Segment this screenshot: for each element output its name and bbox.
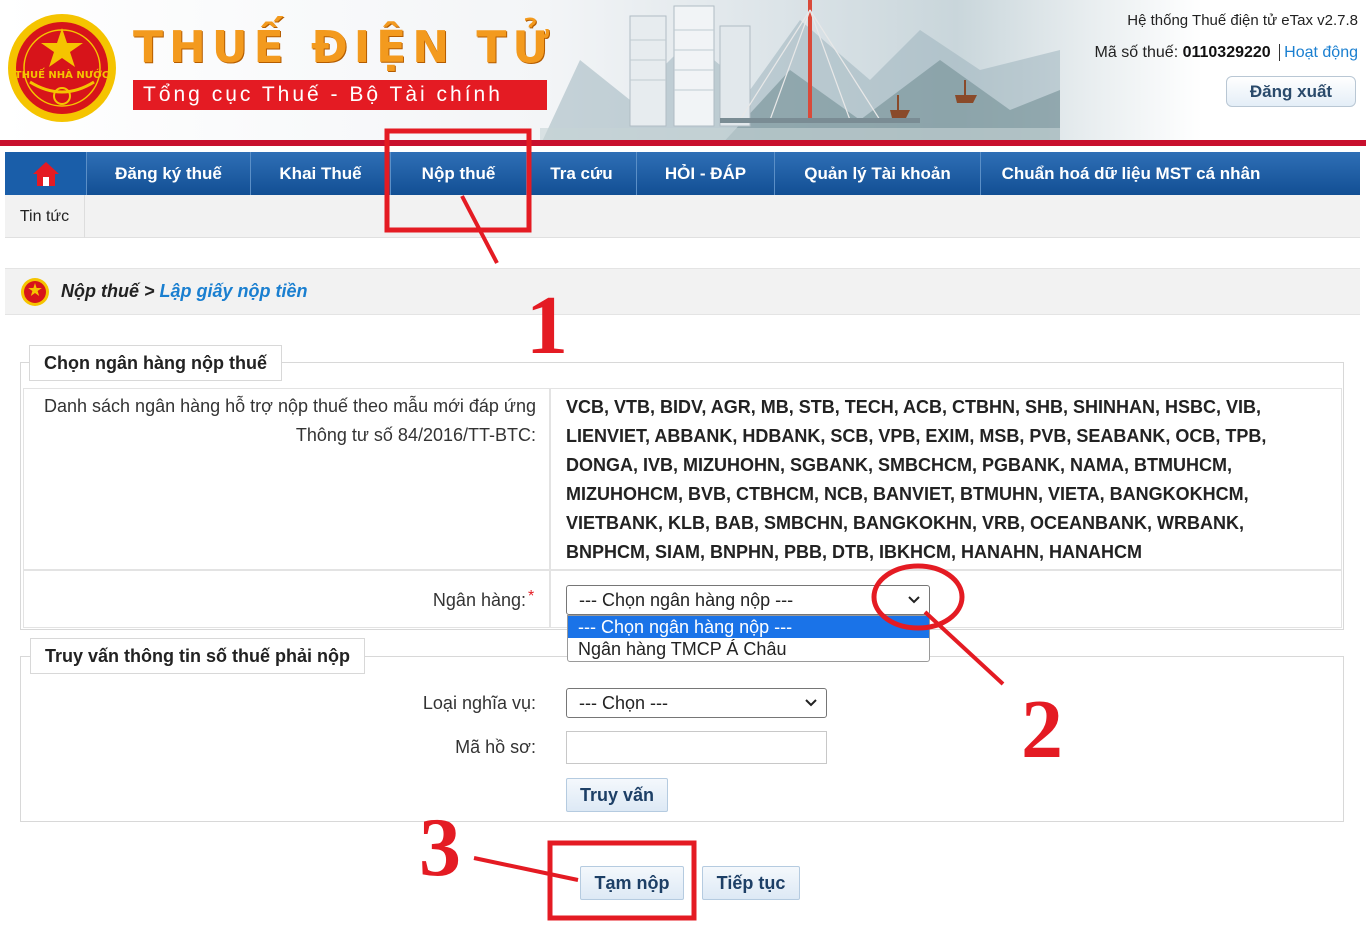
bank-option-placeholder[interactable]: --- Chọn ngân hàng nộp --- <box>568 616 929 638</box>
nav-nop-thue[interactable]: Nộp thuế <box>391 152 527 195</box>
breadcrumb-root[interactable]: Nộp thuế <box>61 281 139 301</box>
site-header: THUẾ NHÀ NƯỚC THUẾ ĐIỆN TỬ Tổng cục Thuế… <box>0 0 1366 146</box>
required-mark: * <box>528 588 535 605</box>
record-code-input[interactable] <box>566 731 827 764</box>
emblem-logo: THUẾ NHÀ NƯỚC <box>8 14 116 122</box>
bank-option-acb[interactable]: Ngân hàng TMCP Á Châu <box>568 638 929 660</box>
breadcrumb-current[interactable]: Lập giấy nộp tiền <box>160 281 308 301</box>
continue-button[interactable]: Tiếp tục <box>702 866 800 900</box>
bank-select[interactable]: --- Chọn ngân hàng nộp --- <box>566 585 930 615</box>
nav-chuan-hoa-mst[interactable]: Chuẩn hoá dữ liệu MST cá nhân <box>981 152 1281 195</box>
nav-tra-cuu[interactable]: Tra cứu <box>527 152 637 195</box>
chevron-down-icon <box>805 699 817 707</box>
chevron-down-icon <box>908 596 920 604</box>
annotation-step-3: 3 <box>419 801 461 894</box>
nav-hoi-dap[interactable]: HỎI - ĐÁP <box>637 152 775 195</box>
main-nav: Đăng ký thuế Khai Thuế Nộp thuế Tra cứu … <box>5 152 1360 195</box>
breadcrumb: Nộp thuế > Lập giấy nộp tiền <box>5 268 1360 315</box>
pointer-line-3 <box>473 856 579 882</box>
emblem-small-icon <box>21 278 49 306</box>
home-icon <box>33 162 59 186</box>
nav-khai-thue[interactable]: Khai Thuế <box>251 152 391 195</box>
nav-dang-ky-thue[interactable]: Đăng ký thuế <box>87 152 251 195</box>
account-status: Hoạt động <box>1279 44 1358 61</box>
page: { "header": { "brand_title": "THUẾ ĐIỆN … <box>0 0 1366 937</box>
bank-label-text: Ngân hàng: <box>432 590 526 610</box>
bank-dropdown-list: --- Chọn ngân hàng nộp --- Ngân hàng TMC… <box>567 615 930 662</box>
query-button[interactable]: Truy vấn <box>566 778 668 812</box>
obligation-label: Loại nghĩa vụ: <box>422 693 536 713</box>
nav-quan-ly-tai-khoan[interactable]: Quản lý Tài khoản <box>775 152 981 195</box>
annotation-step-2: 2 <box>1021 683 1063 776</box>
logout-button[interactable]: Đăng xuất <box>1226 76 1356 107</box>
bank-fieldset-legend: Chọn ngân hàng nộp thuế <box>29 345 282 381</box>
nav-tin-tuc[interactable]: Tin tức <box>5 195 85 238</box>
sub-nav: Tin tức <box>5 195 1360 238</box>
breadcrumb-separator: > <box>139 281 160 301</box>
annotation-step-1: 1 <box>526 279 568 372</box>
brand-title: THUẾ ĐIỆN TỬ <box>133 22 556 73</box>
brand-subtitle: Tổng cục Thuế - Bộ Tài chính <box>133 80 547 110</box>
tax-code-value: 0110329220 <box>1182 44 1271 61</box>
record-code-label: Mã hồ sơ: <box>455 737 536 757</box>
bank-select-value: --- Chọn ngân hàng nộp --- <box>579 590 794 610</box>
temp-pay-button[interactable]: Tạm nộp <box>580 866 684 900</box>
supported-bank-list: VCB, VTB, BIDV, AGR, MB, STB, TECH, ACB,… <box>566 397 1267 562</box>
obligation-select-value: --- Chọn --- <box>579 693 668 713</box>
obligation-select[interactable]: --- Chọn --- <box>566 688 827 718</box>
system-version: Hệ thống Thuế điện tử eTax v2.7.8 <box>1127 12 1358 29</box>
header-divider <box>0 140 1366 146</box>
breadcrumb-text: Nộp thuế > Lập giấy nộp tiền <box>61 281 308 302</box>
tax-code-label: Mã số thuế: <box>1094 44 1179 61</box>
header-landscape-image <box>540 0 1060 146</box>
bank-list-label: Danh sách ngân hàng hỗ trợ nộp thuế theo… <box>44 396 536 445</box>
bank-label: Ngân hàng: <box>380 586 526 615</box>
tax-code-line: Mã số thuế: 0110329220 Hoạt động <box>1095 44 1358 62</box>
nav-home[interactable] <box>5 152 87 195</box>
query-fieldset-legend: Truy vấn thông tin số thuế phải nộp <box>30 638 365 674</box>
